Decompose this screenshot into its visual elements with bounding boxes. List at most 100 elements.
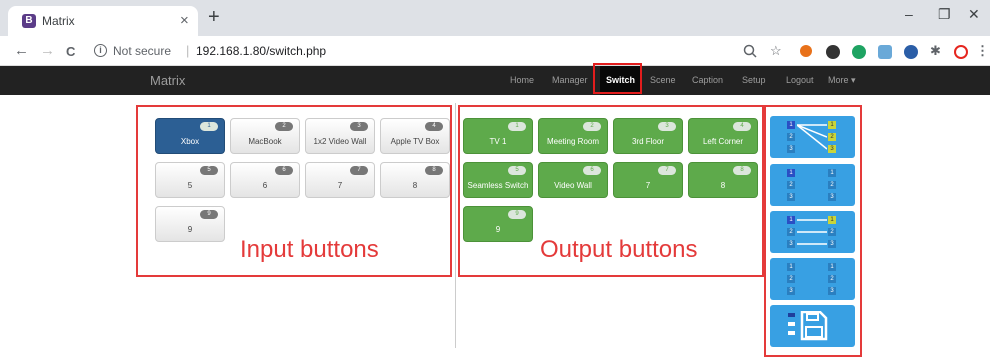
bookmark-star-icon[interactable]: ☆ [770, 43, 782, 59]
output-button[interactable]: 88 [688, 162, 758, 198]
nav-manager[interactable]: Manager [552, 75, 588, 85]
routing-lines-icon [797, 219, 827, 245]
output-number-badge: 8 [733, 166, 751, 175]
input-label: 7 [337, 181, 343, 190]
input-button[interactable]: 3 1x2 Video Wall [305, 118, 375, 154]
input-caption: Input buttons [240, 236, 379, 263]
extension-icon[interactable] [826, 45, 840, 59]
input-label: 8 [412, 181, 418, 190]
preset-one-to-one-button[interactable]: 1 2 3 1 2 3 [770, 211, 855, 253]
output-number-badge: 6 [583, 166, 601, 175]
output-button[interactable]: 5 Seamless Switch [463, 162, 533, 198]
preset-input-number: 2 [787, 181, 795, 189]
tab-title: Matrix [42, 14, 75, 28]
preset-input-number: 1 [787, 121, 795, 129]
output-button[interactable]: 6 Video Wall [538, 162, 608, 198]
preset-none-button[interactable]: 1 2 3 1 2 3 [770, 258, 855, 300]
input-label: 1x2 Video Wall [313, 137, 367, 146]
input-number-badge: 6 [275, 166, 293, 175]
output-button[interactable]: 99 [463, 206, 533, 242]
extension-icon[interactable] [800, 45, 812, 57]
tab-favicon-icon: B [22, 14, 36, 28]
preset-output-number: 3 [828, 193, 836, 201]
input-button[interactable]: 2 MacBook [230, 118, 300, 154]
app-brand[interactable]: Matrix [150, 73, 185, 88]
output-button[interactable]: 3 3rd Floor [613, 118, 683, 154]
browser-tab-strip: B Matrix × + – ❐ ✕ [0, 0, 990, 36]
new-tab-icon[interactable]: + [208, 7, 220, 27]
output-number-badge: 3 [658, 122, 676, 131]
browser-tab[interactable]: B Matrix × [8, 6, 198, 36]
routing-lines-icon [797, 124, 827, 150]
input-number-badge: 9 [200, 210, 218, 219]
preset-input-number: 2 [787, 133, 795, 141]
preset-output-number: 1 [828, 169, 836, 177]
output-label: TV 1 [489, 137, 507, 146]
nav-setup[interactable]: Setup [742, 75, 766, 85]
zoom-icon[interactable] [743, 44, 757, 58]
nav-home[interactable]: Home [510, 75, 534, 85]
nav-logout[interactable]: Logout [786, 75, 814, 85]
preset-output-number: 3 [828, 287, 836, 295]
input-button[interactable]: 88 [380, 162, 450, 198]
nav-caption[interactable]: Caption [692, 75, 723, 85]
tab-close-icon[interactable]: × [180, 12, 189, 29]
preset-one-to-all-button[interactable]: 1 2 3 1 2 3 [770, 116, 855, 158]
reload-icon[interactable]: C [66, 44, 75, 59]
preset-output-number: 3 [828, 240, 836, 248]
input-button[interactable]: 4 Apple TV Box [380, 118, 450, 154]
preset-output-number: 2 [828, 275, 836, 283]
input-button[interactable]: 99 [155, 206, 225, 242]
extension-icon[interactable] [878, 45, 892, 59]
input-button[interactable]: 1 Xbox [155, 118, 225, 154]
menu-icon[interactable]: ⋮ [976, 43, 989, 59]
preset-input-number: 1 [787, 169, 795, 177]
url-separator: | [186, 43, 190, 58]
preset-output-number: 1 [828, 216, 836, 224]
input-number-badge: 3 [350, 122, 368, 131]
input-label: MacBook [248, 137, 282, 146]
preset-output-number: 1 [828, 121, 836, 129]
window-close-icon[interactable]: ✕ [968, 6, 980, 23]
extension-icon[interactable] [904, 45, 918, 59]
output-button[interactable]: 1 TV 1 [463, 118, 533, 154]
preset-input-number: 1 [787, 263, 795, 271]
preset-input-number: 1 [787, 216, 795, 224]
output-button[interactable]: 2 Meeting Room [538, 118, 608, 154]
input-label: 9 [187, 225, 193, 234]
nav-more[interactable]: More ▾ [828, 75, 856, 86]
output-number-badge: 1 [508, 122, 526, 131]
extension-icon[interactable] [852, 45, 866, 59]
forward-icon[interactable]: → [40, 42, 55, 59]
output-button[interactable]: 77 [613, 162, 683, 198]
input-label: Xbox [180, 137, 200, 146]
minimize-icon[interactable]: – [905, 6, 913, 22]
preset-input-number: 2 [787, 275, 795, 283]
input-button[interactable]: 55 [155, 162, 225, 198]
extension-icon[interactable] [954, 45, 968, 59]
url-text[interactable]: 192.168.1.80/switch.php [196, 44, 326, 58]
output-label: Video Wall [554, 181, 592, 190]
output-label: 8 [720, 181, 726, 190]
input-button[interactable]: 77 [305, 162, 375, 198]
input-label: Apple TV Box [390, 137, 440, 146]
nav-scene[interactable]: Scene [650, 75, 676, 85]
output-label: Seamless Switch [467, 181, 529, 190]
input-button[interactable]: 66 [230, 162, 300, 198]
input-number-badge: 4 [425, 122, 443, 131]
output-number-badge: 4 [733, 122, 751, 131]
extensions-puzzle-icon[interactable]: ✱ [930, 43, 941, 59]
input-number-badge: 1 [200, 122, 218, 131]
preset-input-number: 3 [787, 193, 795, 201]
address-bar[interactable]: i Not secure | 192.168.1.80/switch.php [88, 40, 820, 62]
output-button[interactable]: 4 Left Corner [688, 118, 758, 154]
back-icon[interactable]: ← [14, 42, 29, 59]
preset-output-number: 2 [828, 228, 836, 236]
info-icon[interactable]: i [94, 44, 107, 57]
input-number-badge: 8 [425, 166, 443, 175]
preset-input-number: 3 [787, 145, 795, 153]
preset-input-number: 3 [787, 240, 795, 248]
restore-icon[interactable]: ❐ [938, 6, 951, 23]
save-preset-button[interactable] [770, 305, 855, 347]
preset-clear-button[interactable]: 1 2 3 1 2 3 [770, 164, 855, 206]
